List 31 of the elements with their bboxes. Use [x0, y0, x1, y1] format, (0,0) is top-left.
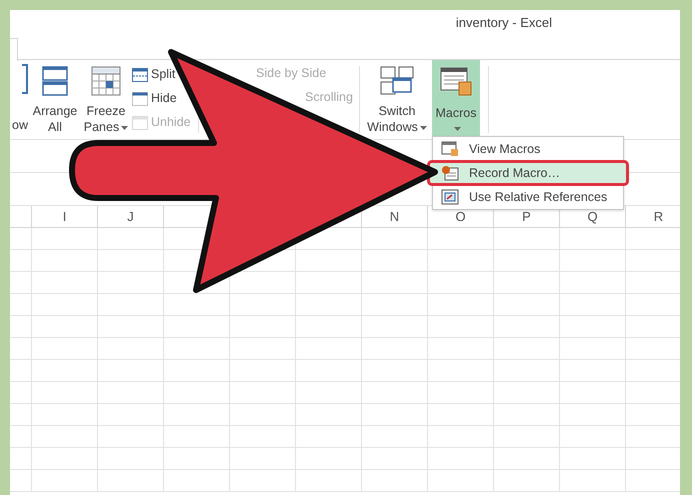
macros-button[interactable]: Macros [432, 60, 480, 139]
record-macro-icon [441, 165, 459, 181]
macro-sheet-icon [440, 66, 472, 96]
freeze-panes-button[interactable]: Freeze Panes [82, 60, 130, 139]
arrange-all-button[interactable]: Arrange All [30, 60, 80, 139]
stacked-windows-icon [42, 66, 68, 96]
column-header[interactable]: R [654, 206, 664, 226]
ribbon-tab[interactable] [10, 38, 18, 61]
window-icon [132, 92, 148, 106]
menu-item[interactable]: Use Relative References [433, 187, 623, 207]
caret-icon [454, 126, 460, 131]
menu-item[interactable]: View Macros [433, 139, 623, 159]
column-header[interactable]: P [522, 206, 531, 226]
grid-icon [91, 66, 121, 96]
split-window-icon [132, 68, 148, 82]
column-header[interactable]: N [390, 206, 400, 226]
column-header[interactable]: J [127, 206, 134, 226]
switch-windows-button[interactable]: Switch Windows [364, 60, 430, 139]
window-title: inventory - Excel [456, 14, 552, 32]
relative-reference-icon [441, 189, 459, 205]
window-icon [132, 116, 148, 130]
windows-icon [380, 66, 414, 96]
macro-list-icon [441, 141, 459, 157]
column-header[interactable]: O [455, 206, 466, 226]
window-command-button[interactable]: Hide [132, 89, 177, 108]
menu-item[interactable]: Record Macro… [430, 163, 626, 183]
window-command-button[interactable]: Split [132, 65, 176, 84]
window-icon [22, 64, 28, 94]
column-header[interactable]: I [62, 206, 66, 226]
new-window-button[interactable]: ow [12, 117, 28, 133]
column-header[interactable]: Q [587, 206, 598, 226]
